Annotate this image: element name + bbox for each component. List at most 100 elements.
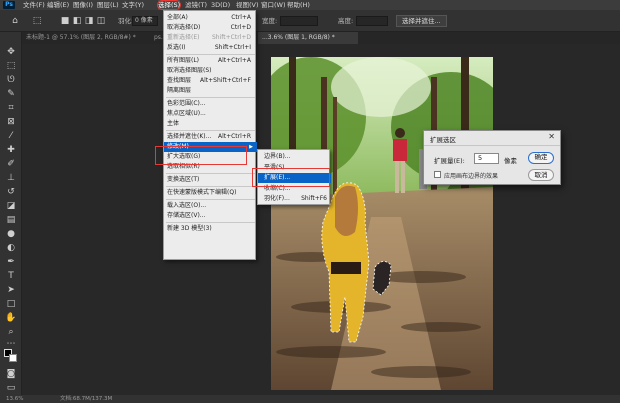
menu-item[interactable]: 编辑(E) — [47, 0, 69, 10]
menu-item-label: 在快速蒙版模式下编辑(Q) — [167, 189, 237, 196]
menu-item-label: 反选(I) — [167, 44, 186, 51]
menu-item-label: 选择并遮住(K)... — [167, 133, 212, 140]
submenu-item[interactable]: 边界(B)... — [258, 152, 331, 162]
menu-item-label: 查找图层 — [167, 77, 192, 84]
menu-item-label: 全部(A) — [167, 14, 188, 21]
menu-item[interactable]: 所有图层(L) Alt+Ctrl+A — [164, 56, 257, 66]
lasso-icon[interactable]: ᘎ — [5, 74, 17, 86]
menu-item[interactable]: 选择并遮住(K)... Alt+Ctrl+R — [164, 132, 257, 142]
menu-item-label: 载入选区(O)... — [167, 202, 207, 209]
close-icon[interactable]: ✕ — [548, 132, 555, 141]
menu-item[interactable]: 重新选择(E) Shift+Ctrl+D — [164, 33, 257, 43]
menu-item[interactable]: 色彩范围(C)... — [164, 99, 257, 109]
marquee-icon[interactable]: ⬚ — [5, 60, 17, 72]
height-input[interactable] — [356, 16, 388, 26]
menu-item[interactable]: 图像(I) — [73, 0, 93, 10]
menu-item[interactable]: 取消选择图层(S) — [164, 66, 257, 76]
tab-doc-active[interactable]: ...3.6% (图层 1, RGB/8) * — [258, 32, 358, 44]
options-bar: ⌂ ⬚ ■ ◧ ◨ ◫ 羽化: 0 像素 宽度: 高度: 选择并遮住... — [0, 10, 620, 32]
width-input[interactable] — [280, 16, 318, 26]
eyedropper-icon[interactable]: ⁄ — [5, 130, 17, 142]
menu-item[interactable]: 视图(V) — [236, 0, 259, 10]
menu-item[interactable]: 全部(A) Ctrl+A — [164, 13, 257, 23]
path-select-icon[interactable]: ➤ — [5, 284, 17, 296]
menu-item[interactable]: 3D(D) — [211, 0, 230, 10]
menu-item[interactable]: 查找图层 Alt+Shift+Ctrl+F — [164, 76, 257, 86]
new-selection-icon[interactable]: ■ — [60, 16, 70, 26]
blur-icon[interactable]: ● — [5, 228, 17, 240]
menu-item[interactable]: 滤镜(T) — [185, 0, 207, 10]
ok-button[interactable]: 确定 — [528, 152, 554, 164]
menu-item-label: 隔离图层 — [167, 87, 192, 94]
screen-mode-icon[interactable]: ▭ — [5, 382, 17, 394]
zoom-level[interactable]: 13.6% — [6, 395, 23, 403]
menu-item[interactable]: 隔离图层 — [164, 86, 257, 96]
submenu-item[interactable]: 羽化(F)... Shift+F6 — [258, 194, 331, 204]
move-tool-icon[interactable]: ✥ — [5, 46, 17, 58]
stamp-icon[interactable]: ⊥ — [5, 172, 17, 184]
photo-forest-path — [271, 57, 493, 390]
history-brush-icon[interactable]: ↺ — [5, 186, 17, 198]
menu-item[interactable]: 帮助(H) — [287, 0, 310, 10]
background-color-swatch[interactable] — [9, 354, 17, 362]
menu-item[interactable]: 焦点区域(U)... — [164, 109, 257, 119]
zoom-icon[interactable]: ⌕ — [5, 326, 17, 338]
menu-item[interactable]: 主体 — [164, 119, 257, 129]
menu-item[interactable]: 文件(F) — [23, 0, 45, 10]
menu-item[interactable]: 文字(Y) — [122, 0, 144, 10]
dialog-title: 扩展选区 — [430, 136, 456, 144]
document-size: 文档:68.7M/137.3M — [60, 396, 113, 402]
menu-separator — [166, 186, 255, 187]
quick-mask-icon[interactable]: ◙ — [5, 368, 17, 380]
intersect-selection-icon[interactable]: ◫ — [96, 16, 106, 26]
menu-item[interactable]: 反选(I) Shift+Ctrl+I — [164, 43, 257, 53]
menu-item[interactable]: 新建 3D 模型(3) — [164, 224, 257, 234]
feather-input[interactable]: 0 像素 — [132, 16, 158, 26]
menu-item[interactable]: 载入选区(O)... — [164, 201, 257, 211]
document-photo[interactable] — [271, 57, 493, 390]
menu-separator — [166, 54, 255, 55]
menu-item-shortcut: Shift+Ctrl+D — [212, 34, 251, 41]
tab-doc-1[interactable]: 未标题-1 @ 57.1% (图层 2, RGB/8#) * — [22, 32, 150, 44]
menu-item[interactable]: 存储选区(V)... — [164, 211, 257, 221]
submenu-item-shortcut: Shift+F6 — [301, 195, 327, 202]
menu-item[interactable]: 在快速蒙版模式下编辑(Q) — [164, 188, 257, 198]
pen-icon[interactable]: ✒ — [5, 256, 17, 268]
menu-item[interactable]: 取消选择(D) Ctrl+D — [164, 23, 257, 33]
crop-icon[interactable]: ⌗ — [5, 102, 17, 114]
dodge-icon[interactable]: ◐ — [5, 242, 17, 254]
apply-canvas-bounds-checkbox[interactable] — [434, 171, 441, 178]
menu-item-label: 所有图层(L) — [167, 57, 200, 64]
marquee-tool-icon[interactable]: ⬚ — [32, 16, 42, 26]
photoshop-logo: Ps — [3, 1, 15, 9]
expand-by-label: 扩展量(E): — [434, 157, 465, 165]
cancel-button[interactable]: 取消 — [528, 169, 554, 181]
width-label: 宽度: — [262, 17, 278, 25]
subtract-selection-icon[interactable]: ◨ — [84, 16, 94, 26]
expand-by-input[interactable]: 5 — [474, 153, 499, 164]
menu-separator — [166, 173, 255, 174]
submenu-item-label: 边界(B)... — [264, 153, 291, 160]
home-icon[interactable]: ⌂ — [10, 16, 20, 26]
brush-icon[interactable]: ✐ — [5, 158, 17, 170]
menu-item-label: 取消选择图层(S) — [167, 67, 212, 74]
menu-item[interactable]: 变换选区(T) — [164, 175, 257, 185]
height-label: 高度: — [338, 17, 354, 25]
menu-item-shortcut: Alt+Ctrl+A — [218, 57, 251, 64]
menu-item[interactable]: 窗口(W) — [261, 0, 286, 10]
rectangle-icon[interactable]: □ — [5, 298, 17, 310]
healing-brush-icon[interactable]: ✚ — [5, 144, 17, 156]
menu-item-shortcut: Alt+Ctrl+R — [217, 133, 251, 140]
add-selection-icon[interactable]: ◧ — [72, 16, 82, 26]
frame-icon[interactable]: ⊠ — [5, 116, 17, 128]
menu-item-shortcut: Ctrl+A — [231, 14, 251, 21]
menu-item[interactable]: 图层(L) — [97, 0, 119, 10]
type-icon[interactable]: T — [5, 270, 17, 282]
gradient-icon[interactable]: ▤ — [5, 214, 17, 226]
quick-select-icon[interactable]: ✎ — [5, 88, 17, 100]
menu-separator — [166, 199, 255, 200]
hand-icon[interactable]: ✋ — [5, 312, 17, 324]
eraser-icon[interactable]: ◪ — [5, 200, 17, 212]
submenu-arrow-icon: ▶ — [249, 144, 253, 150]
select-and-mask-button[interactable]: 选择并遮住... — [396, 15, 447, 27]
